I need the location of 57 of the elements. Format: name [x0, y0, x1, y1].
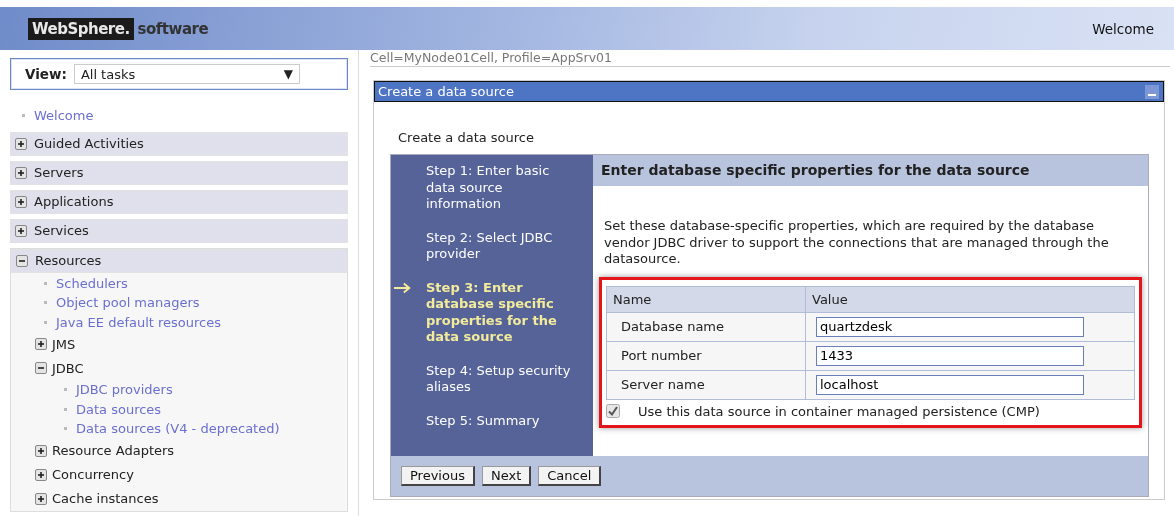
- nav-section[interactable]: Servers: [10, 160, 348, 185]
- expand-icon[interactable]: [35, 338, 47, 350]
- wizard-step: Step 4: Setup security aliases: [426, 362, 571, 396]
- nav-group[interactable]: Concurrency: [52, 467, 134, 482]
- nav-link[interactable]: Welcome: [34, 108, 94, 124]
- nav-section[interactable]: Guided Activities: [10, 131, 348, 156]
- brand-logo: WebSphere.: [28, 17, 134, 40]
- breadcrumb: Cell=MyNode01Cell, Profile=AppSrv01: [370, 50, 1170, 67]
- wizard-step: Step 2: Select JDBC provider: [426, 229, 571, 263]
- expand-icon[interactable]: [15, 137, 27, 150]
- column-header: Name: [606, 286, 806, 312]
- nav-section[interactable]: Services: [10, 218, 348, 243]
- nav-group[interactable]: JDBC: [52, 360, 84, 376]
- table-cell: Port number: [606, 341, 806, 370]
- collapse-icon[interactable]: [35, 362, 47, 374]
- expand-icon[interactable]: [35, 468, 47, 481]
- nav-group[interactable]: Resource Adapters: [52, 443, 175, 458]
- expand-icon[interactable]: [35, 444, 47, 457]
- nav-link[interactable]: Object pool managers: [56, 295, 200, 311]
- wizard-step: Step 3: Enter database specific properties for the data source: [426, 279, 571, 346]
- nav-group[interactable]: Cache instances: [52, 491, 159, 506]
- table-cell: Database name: [606, 312, 806, 341]
- checkbox[interactable]: [606, 404, 620, 418]
- expand-icon[interactable]: [15, 195, 27, 208]
- welcome-text: Welcome: [1092, 20, 1154, 37]
- nav-link[interactable]: JDBC providers: [76, 382, 173, 398]
- panel-title: Create a data source: [378, 84, 514, 99]
- input-field[interactable]: quartzdesk: [816, 316, 1084, 337]
- nav-link[interactable]: Data sources (V4 - deprecated): [76, 421, 280, 437]
- nav-section[interactable]: Applications: [10, 189, 348, 214]
- wizard-button[interactable]: Next: [481, 466, 532, 486]
- nav-link[interactable]: Schedulers: [56, 275, 128, 291]
- view-dropdown[interactable]: All tasks ▼: [73, 64, 300, 84]
- column-header: Value: [805, 286, 1135, 312]
- product-label: software: [137, 19, 209, 38]
- expand-icon[interactable]: [15, 224, 27, 237]
- input-field[interactable]: 1433: [816, 345, 1084, 366]
- nav-link[interactable]: Java EE default resources: [56, 314, 222, 330]
- wizard-step: Step 1: Enter basic data source information: [426, 163, 571, 213]
- view-label: View:: [25, 66, 67, 82]
- nav-section[interactable]: Resources: [11, 248, 347, 273]
- minimize-icon[interactable]: [1145, 84, 1159, 99]
- table-cell: Server name: [606, 370, 806, 399]
- wizard-step: Step 5: Summary: [426, 412, 540, 429]
- nav-link[interactable]: Data sources: [76, 401, 162, 417]
- wizard-button[interactable]: Cancel: [538, 466, 602, 486]
- wizard-title: Create a data source: [398, 130, 535, 145]
- description-text: Set these database-specific properties, which are required by the database vendor JDBC driver to support the connections that are managed through the datasource.: [603, 217, 1110, 268]
- wizard-button[interactable]: Previous: [401, 466, 475, 486]
- section-heading: Enter database specific properties for the data source: [593, 155, 1148, 186]
- nav-group[interactable]: JMS: [52, 336, 76, 352]
- collapse-icon[interactable]: [16, 254, 28, 267]
- expand-icon[interactable]: [35, 492, 47, 505]
- checkbox-label: Use this data source in container managed persistence (CMP): [638, 403, 1040, 419]
- caret-icon: ▼: [283, 67, 293, 81]
- input-field[interactable]: localhost: [816, 374, 1084, 395]
- expand-icon[interactable]: [15, 166, 27, 179]
